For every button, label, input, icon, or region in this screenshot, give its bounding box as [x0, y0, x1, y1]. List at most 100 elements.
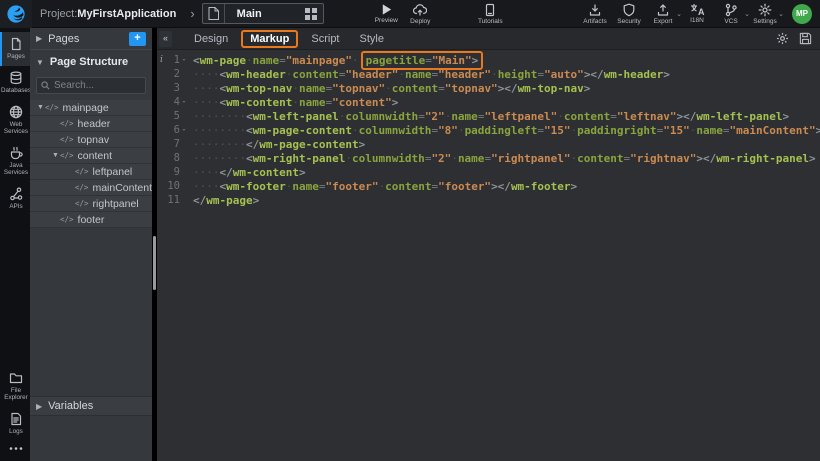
code-token-p: > — [809, 152, 816, 165]
code-token-ws: · — [352, 54, 359, 67]
tree-item-mainpage[interactable]: ▼</>mainpage — [30, 100, 152, 116]
pages-panel-header[interactable]: ▶ Pages + — [30, 28, 152, 50]
code-token-tag: wm-right-panel — [716, 152, 809, 165]
code-line-10[interactable]: 10····<wm-footer·name="footer"·content="… — [157, 179, 820, 193]
code-token-p: > — [782, 110, 789, 123]
code-line-9[interactable]: 9····</wm-content> — [157, 165, 820, 179]
code-line-8[interactable]: 8········<wm-right-panel·columnwidth="2"… — [157, 151, 820, 165]
tree-item-leftpanel[interactable]: </>leftpanel — [30, 164, 152, 180]
variables-section-header[interactable]: ▶ Variables — [30, 396, 152, 416]
tab-script[interactable]: Script — [301, 31, 349, 47]
line-number: 4 — [166, 96, 180, 108]
code-token-attr: pagetitle — [366, 54, 426, 67]
rail-item-databases[interactable]: Databases — [0, 66, 30, 100]
code-line-5[interactable]: 5········<wm-left-panel·columnwidth="2"·… — [157, 109, 820, 123]
rail-item-pages[interactable]: Pages — [0, 32, 30, 66]
open-page-tab-main[interactable]: Main — [202, 3, 324, 24]
page-structure-tree: ▼</>mainpage</>header</>topnav▼</>conten… — [30, 100, 152, 228]
tree-item-footer[interactable]: </>footer — [30, 212, 152, 228]
tree-item-rightpanel[interactable]: </>rightpanel — [30, 196, 152, 212]
settings-icon — [758, 3, 772, 17]
tab-design[interactable]: Design — [184, 31, 238, 47]
code-token-str: "8" — [438, 124, 458, 137]
add-page-button[interactable]: + — [129, 32, 146, 46]
scrollbar-thumb[interactable] — [153, 236, 156, 290]
code-line-2[interactable]: 2····<wm-header·content="header"·name="h… — [157, 67, 820, 81]
caret-right-icon: ▶ — [36, 402, 42, 411]
preview-button[interactable]: Preview — [371, 3, 401, 24]
info-gutter-icon: i — [157, 55, 166, 65]
tree-item-label: mainContent — [92, 182, 152, 194]
code-line-3[interactable]: 3····<wm-top-nav·name="topnav"·content="… — [157, 81, 820, 95]
code-line-text: ····</wm-content> — [188, 166, 306, 179]
code-token-attr: content — [392, 82, 438, 95]
code-token-tag: wm-content — [226, 96, 292, 109]
security-button[interactable]: Security — [614, 3, 644, 25]
code-token-eq: = — [438, 82, 445, 95]
rail-item-file-explorer[interactable]: File Explorer — [0, 366, 30, 407]
gear-icon[interactable] — [776, 32, 789, 45]
code-token-ws: ········ — [193, 138, 246, 151]
page-tab-label: Main — [225, 8, 274, 20]
user-avatar[interactable]: MP — [792, 4, 812, 24]
caret-down-icon: ⌄ — [778, 10, 784, 18]
code-line-4[interactable]: 4-····<wm-content·name="content"> — [157, 95, 820, 109]
tree-item-mainContent[interactable]: </>mainContent — [30, 180, 152, 196]
code-token-ws: ···· — [193, 96, 220, 109]
rail-item-apis[interactable]: APIs — [0, 182, 30, 216]
rail-item-more[interactable] — [0, 441, 30, 457]
code-line-1[interactable]: i1-<wm-page·name="mainpage"·pagetitle="M… — [157, 53, 820, 67]
tree-item-header[interactable]: </>header — [30, 116, 152, 132]
collapse-panel-button[interactable]: « — [159, 31, 172, 47]
tutorials-button[interactable]: Tutorials — [475, 3, 505, 25]
export-button[interactable]: Export⌄ — [648, 3, 678, 25]
export-icon — [656, 3, 670, 17]
page-structure-header[interactable]: ▼ Page Structure — [30, 50, 152, 74]
tab-style[interactable]: Style — [350, 31, 394, 47]
code-token-eq: = — [610, 110, 617, 123]
fold-marker-icon[interactable]: - — [180, 125, 188, 135]
save-icon[interactable] — [799, 32, 812, 45]
rail-item-java-services[interactable]: Java Services — [0, 141, 30, 182]
search-box — [36, 77, 146, 94]
search-input[interactable] — [54, 80, 138, 91]
caret-right-icon: ▶ — [36, 34, 42, 43]
markup-code-editor[interactable]: i1-<wm-page·name="mainpage"·pagetitle="M… — [157, 50, 820, 461]
code-token-ws: ···· — [193, 166, 220, 179]
settings-button[interactable]: Settings⌄ — [750, 3, 780, 25]
fold-marker-icon[interactable]: - — [180, 55, 188, 65]
code-line-text: ····<wm-top-nav·name="topnav"·content="t… — [188, 82, 590, 95]
tab-markup[interactable]: Markup — [241, 30, 298, 48]
code-token-str: "15" — [544, 124, 571, 137]
tree-item-topnav[interactable]: </>topnav — [30, 132, 152, 148]
caret-down-icon[interactable]: ▼ — [36, 104, 45, 111]
rail-item-label: Databases — [1, 87, 31, 94]
code-lines: i1-<wm-page·name="mainpage"·pagetitle="M… — [157, 50, 820, 461]
caret-down-icon[interactable]: ▼ — [51, 152, 60, 159]
rail-item-web-services[interactable]: Web Services — [0, 100, 30, 141]
vcs-button[interactable]: VCS⌄ — [716, 3, 746, 25]
variables-title: Variables — [48, 400, 93, 412]
code-token-attr: name — [253, 54, 280, 67]
code-tag-icon: </> — [60, 135, 74, 144]
i18n-button[interactable]: AI18N — [682, 3, 712, 24]
fold-marker-icon[interactable]: - — [180, 97, 188, 107]
code-line-text: ····<wm-footer·name="footer"·content="fo… — [188, 180, 577, 193]
code-line-7[interactable]: 7········</wm-page-content> — [157, 137, 820, 151]
topbar-right-actions: ArtifactsSecurityExport⌄AI18NVCS⌄Setting… — [578, 3, 782, 25]
code-token-attr: columnwidth — [345, 110, 418, 123]
app-logo[interactable] — [0, 0, 32, 28]
line-number: 8 — [166, 152, 180, 164]
code-line-6[interactable]: 6-········<wm-page-content·columnwidth="… — [157, 123, 820, 137]
line-number: 11 — [166, 194, 180, 206]
code-token-p: ></ — [696, 152, 716, 165]
deploy-button[interactable]: Deploy — [405, 3, 435, 25]
code-line-11[interactable]: 11</wm-page> — [157, 193, 820, 207]
tree-item-content[interactable]: ▼</>content — [30, 148, 152, 164]
code-token-attr: content — [564, 110, 610, 123]
code-token-eq: = — [418, 110, 425, 123]
rail-item-logs[interactable]: Logs — [0, 407, 30, 441]
grid-icon[interactable] — [299, 8, 323, 20]
code-token-str: "leftpanel" — [484, 110, 557, 123]
artifacts-button[interactable]: Artifacts — [580, 3, 610, 25]
